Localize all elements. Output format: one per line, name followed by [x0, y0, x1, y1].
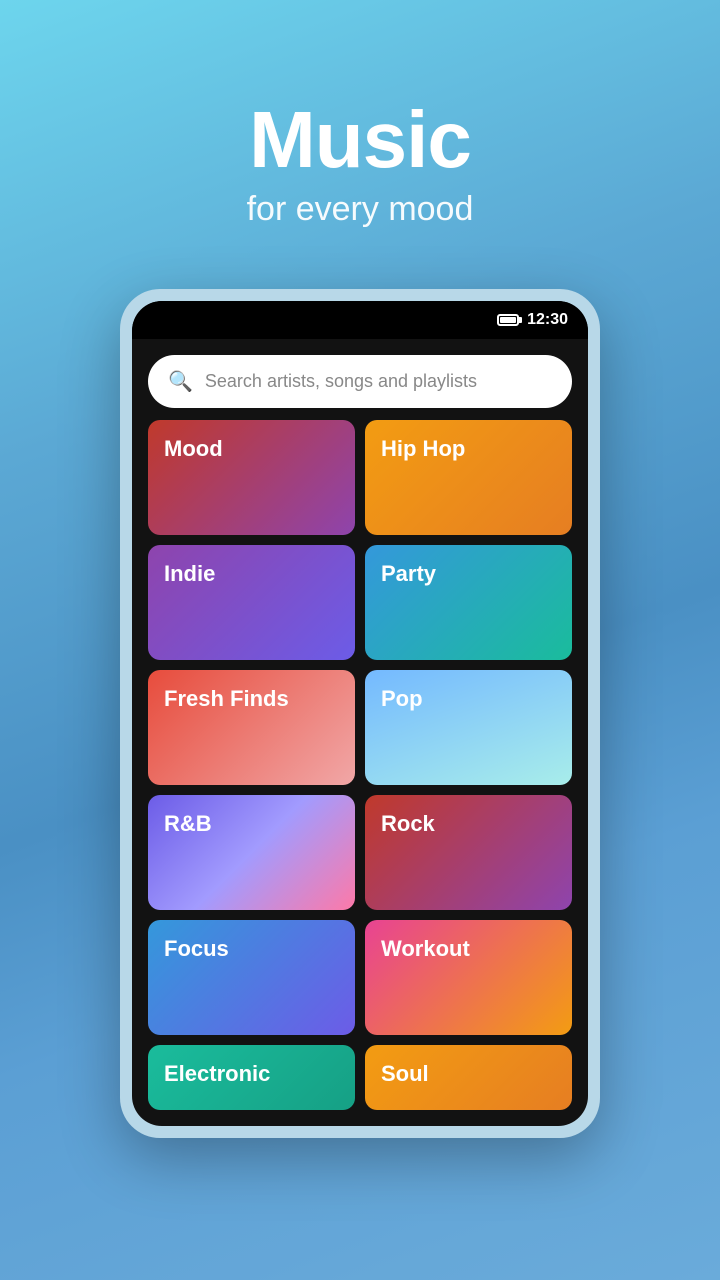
genre-card-pop[interactable]: Pop: [365, 670, 572, 785]
genre-label-soul: Soul: [381, 1061, 429, 1086]
genre-label-indie: Indie: [164, 561, 215, 586]
page-title: Music: [249, 100, 471, 180]
genre-label-focus: Focus: [164, 936, 229, 961]
genre-card-electronic[interactable]: Electronic: [148, 1045, 355, 1110]
status-time: 12:30: [527, 311, 568, 329]
genre-label-rb: R&B: [164, 811, 212, 836]
genre-grid: Mood Hip Hop Indie Party Fresh Finds Pop…: [132, 420, 588, 1126]
phone-wrapper: 12:30 🔍 Search artists, songs and playli…: [120, 289, 600, 1138]
genre-card-rb[interactable]: R&B: [148, 795, 355, 910]
genre-card-party[interactable]: Party: [365, 545, 572, 660]
genre-label-party: Party: [381, 561, 436, 586]
header-section: Music for every mood: [0, 0, 720, 259]
genre-card-freshfinds[interactable]: Fresh Finds: [148, 670, 355, 785]
genre-card-workout[interactable]: Workout: [365, 920, 572, 1035]
battery-icon: [497, 314, 519, 326]
phone-screen: 12:30 🔍 Search artists, songs and playli…: [132, 301, 588, 1126]
genre-label-freshfinds: Fresh Finds: [164, 686, 289, 711]
page-subtitle: for every mood: [247, 190, 474, 229]
genre-card-soul[interactable]: Soul: [365, 1045, 572, 1110]
genre-card-indie[interactable]: Indie: [148, 545, 355, 660]
genre-label-electronic: Electronic: [164, 1061, 270, 1086]
genre-card-mood[interactable]: Mood: [148, 420, 355, 535]
genre-card-focus[interactable]: Focus: [148, 920, 355, 1035]
search-bar[interactable]: 🔍 Search artists, songs and playlists: [148, 355, 572, 408]
genre-label-pop: Pop: [381, 686, 423, 711]
search-icon: 🔍: [168, 369, 193, 394]
genre-card-rock[interactable]: Rock: [365, 795, 572, 910]
genre-label-workout: Workout: [381, 936, 470, 961]
status-bar: 12:30: [132, 301, 588, 339]
genre-label-mood: Mood: [164, 436, 223, 461]
genre-label-hiphop: Hip Hop: [381, 436, 465, 461]
search-placeholder: Search artists, songs and playlists: [205, 371, 477, 392]
genre-label-rock: Rock: [381, 811, 435, 836]
genre-card-hiphop[interactable]: Hip Hop: [365, 420, 572, 535]
